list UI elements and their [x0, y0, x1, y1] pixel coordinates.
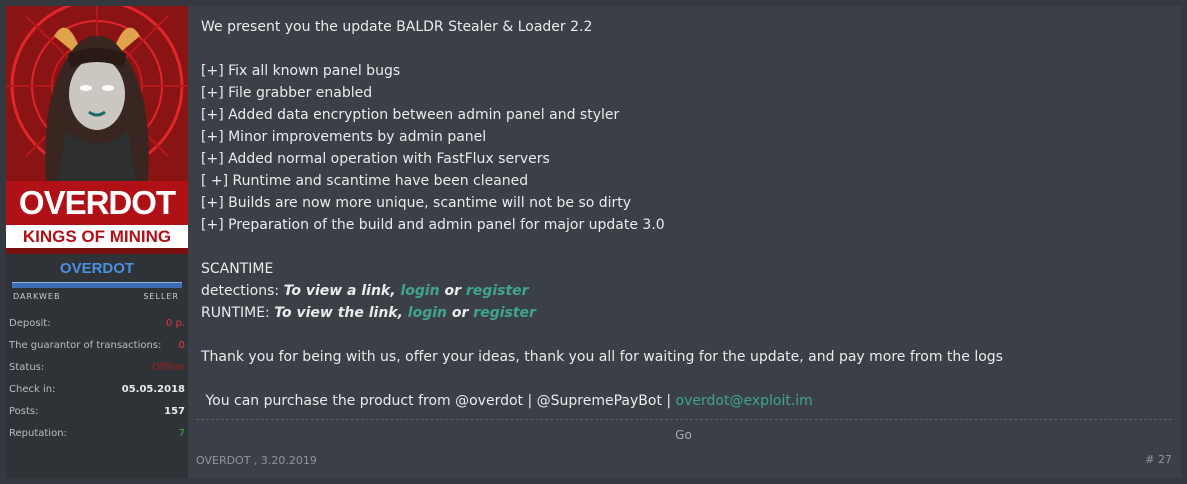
scantime-heading: SCANTIME — [201, 261, 274, 277]
stat-status: Status: Offline — [9, 362, 185, 373]
post-body: We present you the update BALDR Stealer … — [201, 16, 1161, 412]
email-link[interactable]: overdot@exploit.im — [676, 393, 813, 409]
or-text: or — [447, 305, 474, 321]
stat-label: Deposit: — [9, 318, 51, 329]
avatar-title: OVERDOT — [6, 181, 188, 225]
stat-label: Status: — [9, 362, 45, 373]
avatar[interactable]: OVERDOT KINGS OF MINING — [6, 6, 188, 254]
rank-left: DARKWEB — [13, 292, 61, 301]
stat-value: 157 — [164, 406, 185, 417]
hidden-link-notice: To view the link, — [274, 305, 408, 321]
post-author-date[interactable]: OVERDOT , 3.20.2019 — [196, 454, 317, 467]
or-text: or — [439, 283, 466, 299]
stat-value: 0 — [178, 340, 185, 351]
stat-guarantor: The guarantor of transactions: 0 — [9, 340, 185, 351]
change-item: [+] Minor improvements by admin panel — [201, 129, 487, 145]
stat-label: Posts: — [9, 406, 39, 417]
hidden-link-notice: To view a link, — [283, 283, 401, 299]
register-link[interactable]: register — [466, 283, 529, 299]
avatar-subtitle: KINGS OF MINING — [6, 225, 188, 248]
stat-label: Check in: — [9, 384, 56, 395]
avatar-illustration — [6, 6, 188, 181]
post-intro: We present you the update BALDR Stealer … — [201, 19, 593, 35]
runtime-line: RUNTIME: To view the link, login or regi… — [201, 302, 1161, 324]
change-item: [+] Added normal operation with FastFlux… — [201, 151, 550, 167]
rank-right: SELLER — [143, 292, 179, 301]
login-link[interactable]: login — [408, 305, 447, 321]
change-item: [+] Fix all known panel bugs — [201, 63, 401, 79]
thanks-text: Thank you for being with us, offer your … — [201, 349, 1003, 365]
stat-deposit: Deposit: 0 р. — [9, 318, 185, 329]
purchase-text: You can purchase the product from @overd… — [201, 393, 676, 409]
forum-post: OVERDOT KINGS OF MINING OVERDOT DARKWEB … — [6, 6, 1181, 478]
go-link[interactable]: Go — [6, 428, 1181, 442]
stat-value: 05.05.2018 — [121, 384, 185, 395]
runtime-label: RUNTIME: — [201, 305, 275, 321]
login-link[interactable]: login — [400, 283, 439, 299]
stat-value: 0 р. — [165, 318, 185, 329]
detections-label: detections: — [201, 283, 284, 299]
change-item: [+] Added data encryption between admin … — [201, 107, 620, 123]
purchase-line: You can purchase the product from @overd… — [201, 390, 1161, 412]
change-item: [+] Builds are now more unique, scantime… — [201, 195, 632, 211]
divider — [196, 419, 1172, 420]
rank-bar — [12, 282, 182, 288]
change-item: [+] Preparation of the build and admin p… — [201, 217, 665, 233]
user-sidebar: OVERDOT KINGS OF MINING OVERDOT DARKWEB … — [6, 6, 188, 478]
stat-label: The guarantor of transactions: — [9, 340, 162, 351]
stat-posts: Posts: 157 — [9, 406, 185, 417]
username[interactable]: OVERDOT — [6, 260, 188, 277]
detections-line: detections: To view a link, login or reg… — [201, 280, 1161, 302]
post-number[interactable]: # 27 — [1145, 453, 1172, 466]
register-link[interactable]: register — [473, 305, 536, 321]
change-item: [+] File grabber enabled — [201, 85, 373, 101]
status-badge: Offline — [152, 362, 185, 373]
stat-check-in: Check in: 05.05.2018 — [9, 384, 185, 395]
change-item: [ +] Runtime and scantime have been clea… — [201, 173, 529, 189]
